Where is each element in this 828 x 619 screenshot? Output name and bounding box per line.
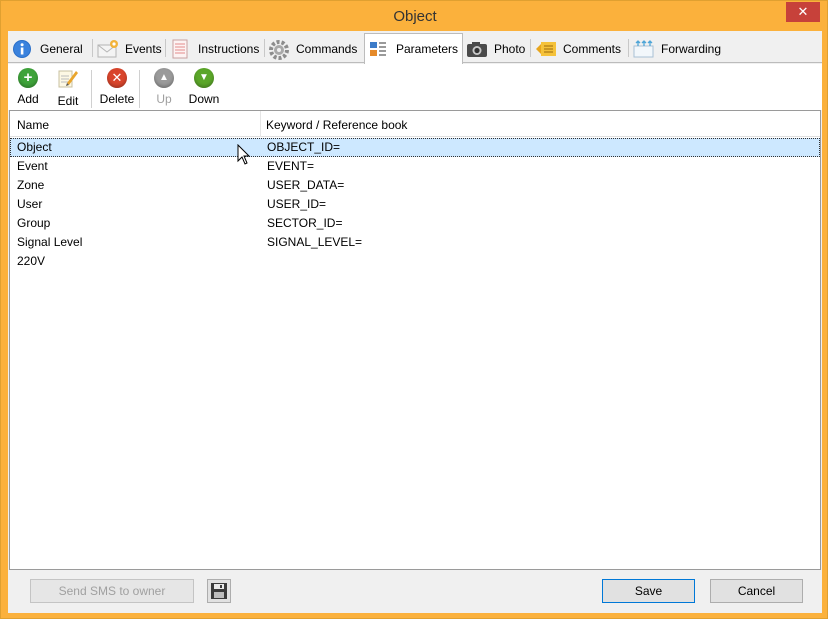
cancel-label: Cancel	[737, 584, 776, 598]
table-row[interactable]: Zone USER_DATA=	[10, 176, 820, 195]
tab-parameters[interactable]: Parameters	[364, 33, 464, 64]
envelope-icon	[97, 39, 119, 59]
save-to-disk-button[interactable]	[207, 579, 231, 603]
notepad-icon	[170, 39, 192, 59]
dialog-client: General Events Instructions Commands Par…	[8, 31, 822, 613]
mouse-cursor-icon	[237, 143, 251, 169]
tab-events[interactable]: Events	[97, 35, 162, 62]
tab-forwarding[interactable]: Forwarding	[633, 35, 721, 62]
tab-parameters-label: Parameters	[396, 42, 459, 56]
down-label: Down	[188, 92, 220, 106]
arrow-up-icon: ▲	[154, 68, 174, 88]
cell-name: User	[17, 197, 43, 211]
table-row[interactable]: Group SECTOR_ID=	[10, 214, 820, 233]
table-row[interactable]: 220V	[10, 252, 820, 271]
info-icon	[12, 39, 34, 59]
object-window: Object ✕ General Events Instructions Com…	[0, 0, 828, 619]
title-bar[interactable]: Object	[1, 1, 828, 31]
cell-name: Object	[17, 140, 52, 154]
cell-keyword: SECTOR_ID=	[267, 216, 343, 230]
save-label: Save	[634, 584, 663, 598]
down-button[interactable]: ▼ Down	[188, 68, 220, 108]
forwarding-icon	[633, 39, 655, 59]
cancel-button[interactable]: Cancel	[710, 579, 803, 603]
tab-divider	[628, 39, 629, 57]
send-sms-button[interactable]: Send SMS to owner	[30, 579, 194, 603]
camera-icon	[466, 39, 488, 59]
arrow-down-icon: ▼	[194, 68, 214, 88]
parameters-icon	[368, 39, 390, 59]
delete-icon: ✕	[107, 68, 127, 88]
cell-keyword: OBJECT_ID=	[267, 140, 341, 154]
tab-events-label: Events	[125, 41, 162, 56]
cell-keyword: USER_DATA=	[267, 178, 345, 192]
add-label: Add	[17, 92, 39, 106]
tab-comments[interactable]: Comments	[535, 35, 621, 62]
cell-name: 220V	[17, 254, 46, 268]
cell-name: Signal Level	[17, 235, 83, 249]
column-header-keyword[interactable]: Keyword / Reference book	[266, 118, 407, 132]
tab-commands-label: Commands	[296, 41, 358, 56]
cell-name: Group	[17, 216, 51, 230]
grid-header: Name Keyword / Reference book	[10, 111, 820, 137]
tab-general[interactable]: General	[12, 35, 83, 62]
close-icon: ✕	[797, 4, 809, 19]
column-header-name[interactable]: Name	[17, 118, 49, 132]
tab-divider	[530, 39, 531, 57]
add-button[interactable]: + Add	[16, 68, 40, 108]
cell-keyword: USER_ID=	[267, 197, 327, 211]
tab-instructions[interactable]: Instructions	[170, 35, 259, 62]
tab-comments-label: Comments	[563, 41, 622, 56]
gear-icon	[268, 39, 290, 60]
comment-icon	[535, 39, 557, 59]
table-row[interactable]: Event EVENT=	[10, 157, 820, 176]
table-row[interactable]: Object OBJECT_ID=	[10, 138, 820, 157]
tab-divider	[264, 39, 265, 57]
cell-name: Event	[17, 159, 48, 173]
table-row[interactable]: Signal Level SIGNAL_LEVEL=	[10, 233, 820, 252]
window-title: Object	[393, 8, 437, 25]
tab-bar: General Events Instructions Commands Par…	[8, 31, 822, 64]
send-sms-label: Send SMS to owner	[58, 584, 166, 598]
toolbar: + Add Edit ✕ Delete ▲ Up ▼ Down	[8, 64, 822, 110]
tab-forwarding-label: Forwarding	[661, 41, 722, 56]
up-label: Up	[156, 92, 172, 106]
delete-label: Delete	[99, 92, 135, 106]
delete-button[interactable]: ✕ Delete	[98, 68, 136, 108]
edit-label: Edit	[57, 94, 79, 108]
tab-general-label: General	[40, 41, 83, 56]
tab-instructions-label: Instructions	[198, 41, 260, 56]
parameters-grid: Name Keyword / Reference book Object OBJ…	[9, 110, 821, 570]
cell-name: Zone	[17, 178, 45, 192]
edit-button[interactable]: Edit	[56, 68, 80, 108]
tab-photo[interactable]: Photo	[466, 35, 525, 62]
cell-keyword: SIGNAL_LEVEL=	[267, 235, 363, 249]
tab-commands[interactable]: Commands	[268, 35, 357, 62]
up-button[interactable]: ▲ Up	[153, 68, 175, 108]
toolbar-divider	[139, 70, 140, 108]
tab-divider	[165, 39, 166, 57]
close-button[interactable]: ✕	[786, 2, 820, 22]
tab-photo-label: Photo	[494, 41, 526, 56]
dialog-footer: Send SMS to owner Save Cancel	[8, 570, 822, 613]
cell-keyword: EVENT=	[267, 159, 315, 173]
floppy-disk-icon	[210, 583, 228, 603]
save-button[interactable]: Save	[602, 579, 695, 603]
plus-icon: +	[18, 68, 38, 88]
toolbar-divider	[91, 70, 92, 108]
pencil-icon	[57, 68, 79, 91]
table-row[interactable]: User USER_ID=	[10, 195, 820, 214]
column-divider[interactable]	[260, 111, 261, 137]
tab-divider	[92, 39, 93, 57]
